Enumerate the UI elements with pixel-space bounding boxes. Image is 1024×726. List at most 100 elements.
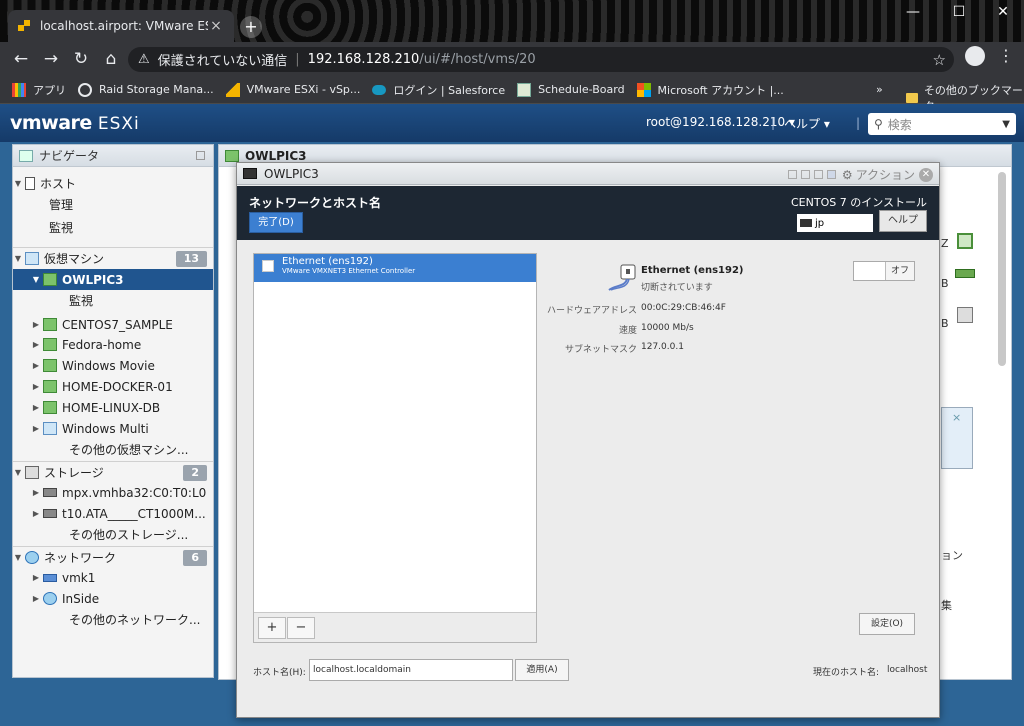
nav-storage-item[interactable]: ▶ t10.ATA_____CT1000M...: [13, 503, 213, 524]
folder-icon: [906, 93, 918, 103]
back-icon[interactable]: ←: [6, 49, 36, 69]
bookmark-label: アプリ: [33, 83, 66, 97]
address-bar[interactable]: ⚠ 保護されていない通信 | 192.168.128.210 /ui/#/hos…: [128, 47, 954, 72]
window-icon[interactable]: [813, 170, 823, 179]
connection-toggle[interactable]: オフ: [853, 261, 915, 281]
bookmark-schedule[interactable]: Schedule-Board: [517, 82, 625, 97]
nav-network-item[interactable]: ▶ vmk1: [13, 567, 213, 588]
expand-icon[interactable]: ▶: [31, 424, 41, 433]
side-fragment: B: [941, 277, 949, 290]
bookmark-apps[interactable]: アプリ: [12, 82, 66, 98]
nav-host-monitor[interactable]: 監視: [13, 217, 213, 238]
close-icon[interactable]: ×: [952, 411, 961, 424]
close-icon[interactable]: ✕: [919, 167, 933, 182]
nav-label: HOME-LINUX-DB: [62, 400, 161, 415]
nav-vm[interactable]: ▶ HOME-DOCKER-01: [13, 376, 213, 397]
search-placeholder: 検索: [887, 117, 912, 132]
nav-label: vmk1: [62, 570, 96, 585]
nav-storage-item[interactable]: ▶ mpx.vmhba32:C0:T0:L0: [13, 482, 213, 503]
new-tab-button[interactable]: +: [240, 16, 262, 38]
nav-vm[interactable]: ▶ CENTOS7_SAMPLE: [13, 314, 213, 335]
expand-icon[interactable]: ▼: [13, 179, 23, 188]
done-button[interactable]: 完了(D): [249, 212, 303, 233]
navigator-icon: [19, 149, 33, 162]
expand-icon[interactable]: ▶: [31, 488, 41, 497]
keyboard-icon[interactable]: [826, 170, 836, 179]
scrollbar[interactable]: [998, 172, 1006, 366]
bookmark-salesforce[interactable]: ログイン | Salesforce: [372, 82, 505, 98]
maximize-button[interactable]: ☐: [944, 4, 974, 20]
minimize-button[interactable]: —: [898, 4, 928, 20]
expand-icon[interactable]: ▶: [31, 361, 41, 370]
nav-label: ストレージ: [44, 465, 104, 480]
window-icon[interactable]: [800, 170, 810, 179]
ethernet-cable-icon: [608, 264, 636, 291]
expand-icon[interactable]: ▼: [13, 553, 23, 562]
nav-label: 仮想マシン: [44, 251, 105, 266]
vm-on-icon: [43, 338, 57, 351]
hw-address-value: 00:0C:29:CB:46:4F: [641, 303, 726, 313]
expand-icon[interactable]: ▶: [31, 340, 41, 349]
expand-icon[interactable]: ▼: [13, 468, 23, 477]
bookmark-vmware[interactable]: VMware ESXi - vSp...: [225, 82, 360, 97]
nav-vm[interactable]: ▶ Windows Movie: [13, 355, 213, 376]
hostname-field[interactable]: localhost.localdomain: [309, 659, 513, 681]
nav-network[interactable]: ▼ ネットワーク 6: [13, 546, 213, 567]
profile-avatar[interactable]: [965, 46, 985, 66]
help-button[interactable]: ヘルプ: [879, 210, 927, 232]
logo-vmware: vmware: [10, 112, 92, 134]
gear-icon[interactable]: ⚙: [842, 168, 853, 182]
bookmark-microsoft[interactable]: Microsoft アカウント |...: [636, 82, 784, 98]
bookmark-star-icon[interactable]: ☆: [933, 51, 946, 69]
list-item[interactable]: Ethernet (ens192) VMware VMXNET3 Etherne…: [254, 254, 536, 282]
expand-icon[interactable]: ▶: [31, 382, 41, 391]
nav-network-more[interactable]: その他のネットワーク...: [13, 609, 213, 630]
actions-menu[interactable]: アクション: [856, 166, 915, 183]
window-icon[interactable]: [787, 170, 797, 179]
nav-host-manage[interactable]: 管理: [13, 194, 213, 215]
chevron-down-icon[interactable]: ▼: [1002, 119, 1010, 130]
expand-icon[interactable]: ▼: [13, 254, 23, 263]
nav-storage[interactable]: ▼ ストレージ 2: [13, 461, 213, 482]
collapse-icon[interactable]: [196, 151, 205, 160]
host-icon: [25, 177, 35, 190]
expand-icon[interactable]: ▶: [31, 320, 41, 329]
browser-menu-icon[interactable]: ⋮: [998, 46, 1014, 65]
add-interface-button[interactable]: +: [258, 617, 286, 639]
nav-vm[interactable]: ▶ HOME-LINUX-DB: [13, 397, 213, 418]
nav-storage-more[interactable]: その他のストレージ...: [13, 524, 213, 545]
expand-icon[interactable]: ▼: [31, 275, 41, 284]
keyboard-layout[interactable]: jp: [797, 214, 873, 232]
help-menu[interactable]: ヘルプ ▾: [784, 115, 830, 132]
nav-host[interactable]: ▼ ホスト: [13, 173, 213, 194]
expand-icon[interactable]: ▶: [31, 403, 41, 412]
home-icon[interactable]: ⌂: [96, 49, 126, 69]
expand-icon[interactable]: ▶: [31, 573, 41, 582]
tab-close-icon[interactable]: ×: [208, 18, 224, 34]
nav-vm[interactable]: ▶ Windows Multi: [13, 418, 213, 439]
bookmark-label: Microsoft アカウント |...: [657, 83, 784, 97]
reload-icon[interactable]: ↻: [66, 49, 96, 69]
nav-label: mpx.vmhba32:C0:T0:L0: [62, 485, 207, 500]
expand-icon[interactable]: ▶: [31, 509, 41, 518]
close-window-button[interactable]: ✕: [988, 4, 1018, 20]
bookmarks-more-icon[interactable]: »: [876, 83, 883, 96]
nav-network-item[interactable]: ▶ InSide: [13, 588, 213, 609]
vm-on-icon: [43, 318, 57, 331]
nav-vm-owlpic3[interactable]: ▼ OWLPIC3: [13, 269, 213, 290]
bookmark-raid[interactable]: Raid Storage Mana...: [78, 82, 214, 97]
search-input[interactable]: ⚲ 検索 ▼: [868, 113, 1016, 135]
nav-vm[interactable]: ▶ Fedora-home: [13, 334, 213, 355]
forward-icon[interactable]: →: [36, 49, 66, 69]
expand-icon[interactable]: ▶: [31, 594, 41, 603]
list-toolbar: + −: [254, 612, 536, 642]
configure-button[interactable]: 設定(O): [859, 613, 915, 635]
nav-vms-more[interactable]: その他の仮想マシン...: [13, 439, 213, 460]
apply-button[interactable]: 適用(A): [515, 659, 569, 681]
browser-tab[interactable]: localhost.airport: VMware ESXi ×: [8, 10, 234, 42]
nav-vm-monitor[interactable]: 監視: [13, 290, 213, 311]
nav-label: Fedora-home: [62, 337, 142, 352]
side-fragment: 集: [941, 599, 952, 612]
nav-vms[interactable]: ▼ 仮想マシン 13: [13, 247, 213, 268]
remove-interface-button[interactable]: −: [287, 617, 315, 639]
